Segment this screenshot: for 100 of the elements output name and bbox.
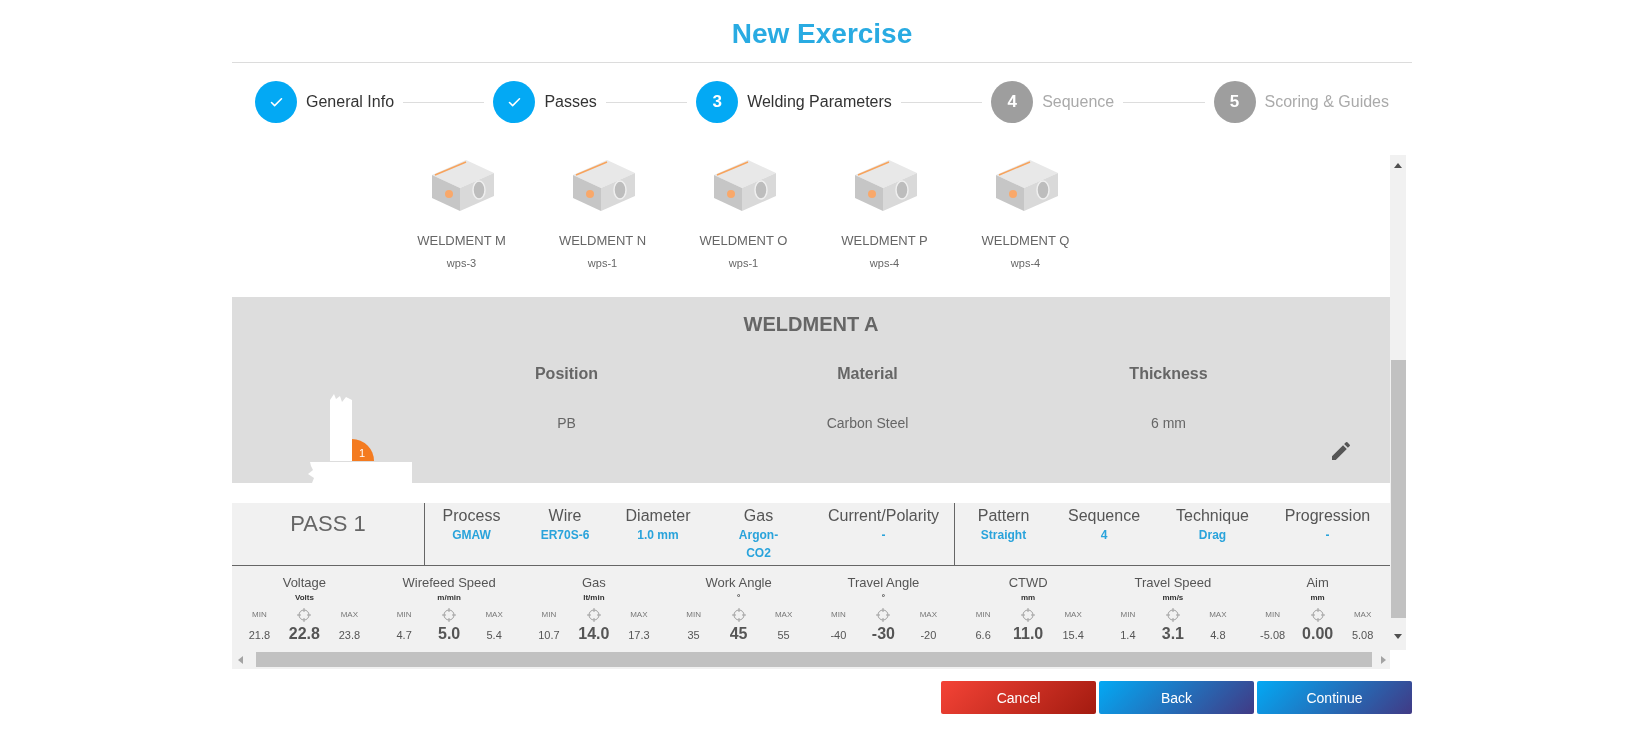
wps-label: wps-1	[587, 256, 618, 270]
pass-field-value: -	[1325, 527, 1330, 544]
parameter-unit: mm/s	[1162, 593, 1184, 603]
page-title: New Exercise	[730, 17, 914, 51]
crosshair-icon	[442, 608, 457, 622]
crosshair-icon	[1021, 608, 1036, 622]
step-label: Sequence	[1042, 93, 1115, 111]
field-label: Material	[837, 364, 898, 384]
target-value: 3.1	[1161, 624, 1184, 644]
scrollbar-thumb[interactable]	[256, 652, 1372, 667]
parameter-unit: Volts	[294, 593, 314, 603]
parameter-name: Gas	[581, 575, 606, 591]
target-value: 14.0	[578, 624, 610, 644]
step-number: 4	[991, 81, 1034, 123]
parameter-name: Travel Speed	[1134, 575, 1212, 591]
crosshair-icon	[586, 608, 601, 622]
parameter-name: Voltage	[282, 575, 327, 591]
target-value: -30	[871, 624, 895, 644]
action-button[interactable]: Continue	[1257, 681, 1412, 714]
scrollbar-thumb[interactable]	[1390, 360, 1406, 618]
horizontal-scrollbar[interactable]	[232, 650, 1390, 669]
min-value: -5.08	[1260, 628, 1286, 643]
parameter-unit: °	[881, 593, 885, 603]
caret-right-icon[interactable]	[1381, 655, 1386, 664]
vertical-scrollbar[interactable]	[1390, 155, 1406, 650]
max-label: MAX	[340, 609, 359, 621]
wps-label: wps-4	[869, 256, 900, 270]
max-value: 5.08	[1351, 628, 1374, 643]
crosshair-icon	[731, 608, 746, 622]
pass-field-label: Gas	[743, 506, 774, 526]
parameter-unit: m/min	[437, 593, 461, 603]
max-label: MAX	[1209, 609, 1227, 621]
pass-title: PASS 1	[232, 503, 425, 565]
pass-field-label: Diameter	[625, 506, 691, 526]
min-value: -40	[830, 628, 847, 643]
parameter-name: Travel Angle	[847, 575, 920, 591]
weldment-name: WELDMENT Q	[981, 233, 1070, 249]
wps-label: wps-3	[446, 256, 477, 270]
pass-number-label: 1	[359, 447, 366, 459]
wps-label: wps-1	[728, 256, 759, 270]
weldment-name: WELDMENT P	[841, 233, 928, 249]
pass-field-label: Process	[442, 506, 501, 526]
min-value: 4.7	[396, 628, 412, 643]
min-label: MIN	[831, 609, 846, 621]
crosshair-icon	[1310, 608, 1325, 622]
weldment-name: WELDMENT M	[417, 233, 506, 249]
parameter-unit: lt/min	[583, 593, 605, 603]
target-value: 22.8	[288, 624, 320, 644]
wps-label: wps-4	[1010, 256, 1041, 270]
min-label: MIN	[1265, 609, 1280, 621]
step-label: General Info	[306, 93, 395, 111]
pass-field-label: Sequence	[1067, 506, 1141, 526]
pass-field-value: Argon-CO2	[737, 527, 780, 562]
caret-left-icon[interactable]	[238, 655, 243, 664]
max-label: MAX	[774, 609, 793, 621]
max-value: 23.8	[338, 628, 361, 643]
min-label: MIN	[1120, 609, 1136, 621]
step-number: 5	[1213, 81, 1256, 123]
weldment-title: WELDMENT A	[742, 312, 880, 337]
target-value: 0.00	[1302, 624, 1334, 644]
min-value: 1.4	[1120, 628, 1136, 643]
parameter-name: Wirefeed Speed	[402, 575, 496, 591]
max-label: MAX	[919, 609, 938, 621]
weldment-name: WELDMENT O	[699, 233, 788, 249]
field-label: Thickness	[1129, 364, 1208, 384]
step-label: Passes	[544, 93, 597, 111]
step-label: Scoring & Guides	[1264, 93, 1389, 111]
pencil-icon[interactable]	[1329, 439, 1353, 463]
cancel-button[interactable]: Cancel	[941, 681, 1096, 714]
action-button[interactable]: Back	[1099, 681, 1254, 714]
min-value: 35	[687, 628, 700, 643]
field-label: Position	[534, 364, 599, 384]
step-label: Welding Parameters	[747, 93, 892, 111]
crosshair-icon	[297, 608, 312, 622]
pass-field-value: Drag	[1198, 527, 1227, 544]
parameter-unit: mm	[1310, 593, 1325, 603]
parameter-unit: mm	[1021, 593, 1036, 603]
min-label: MIN	[396, 609, 412, 621]
max-label: MAX	[1353, 609, 1372, 621]
min-value: 10.7	[538, 628, 560, 643]
pass-field-value: 1.0 mm	[637, 527, 679, 544]
min-label: MIN	[252, 609, 267, 621]
pass-field-value: GMAW	[452, 527, 491, 544]
pass-field-label: Current/Polarity	[827, 506, 940, 526]
max-value: 5.4	[486, 628, 502, 643]
min-label: MIN	[541, 609, 557, 621]
crosshair-icon	[876, 608, 891, 622]
field-value: PB	[557, 414, 576, 432]
target-value: 5.0	[438, 624, 461, 644]
parameter-name: Aim	[1306, 575, 1329, 591]
max-value: -20	[920, 628, 937, 643]
pass-field-value: 4	[1100, 527, 1108, 544]
max-value: 4.8	[1210, 628, 1226, 643]
caret-down-icon[interactable]	[1394, 634, 1402, 639]
pass-field-label: Progression	[1284, 506, 1371, 526]
caret-up-icon[interactable]	[1394, 163, 1402, 168]
pass-field-value: -	[881, 527, 886, 544]
max-label: MAX	[1064, 609, 1082, 621]
target-value: 11.0	[1013, 624, 1044, 644]
pass-field-value: ER70S-6	[540, 527, 590, 544]
